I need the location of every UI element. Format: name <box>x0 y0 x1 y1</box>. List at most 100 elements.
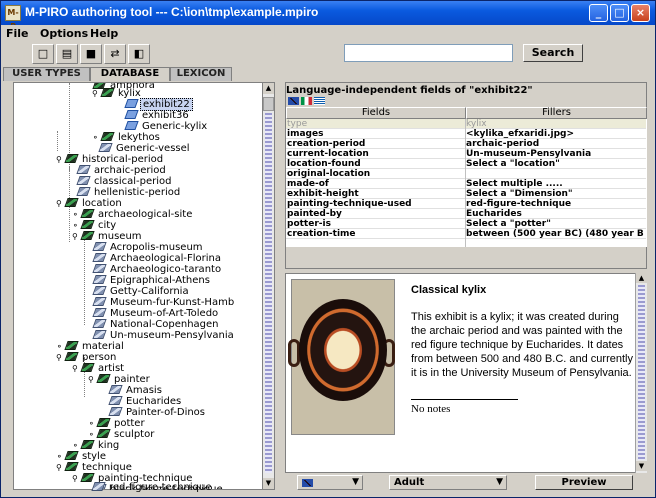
tree-node-city[interactable]: ⚬ city <box>72 220 118 231</box>
app-logo-icon: M-P <box>5 5 21 31</box>
instance-icon <box>98 143 113 152</box>
menu-bar: File Options Help <box>1 25 655 43</box>
class-icon <box>100 132 115 141</box>
tree-scrollbar[interactable]: ▲ ▼ <box>262 82 275 490</box>
new-file-icon[interactable]: □ <box>32 44 54 64</box>
title-bar[interactable]: M-P M-PIRO authoring tool --- C:\ion\tmp… <box>1 1 655 31</box>
tree-node-hellenistic-period[interactable]: hellenistic-period <box>76 187 182 198</box>
class-icon <box>80 209 95 218</box>
table-row[interactable]: location-found Select a "location" <box>286 159 646 169</box>
class-icon <box>64 451 79 460</box>
column-header-fields[interactable]: Fields <box>286 107 466 119</box>
database-tree[interactable]: amphora ⚲ kylix exhibit22 exhibit36 Gener… <box>13 82 275 490</box>
tree-node-location[interactable]: ⚲ location <box>56 198 124 209</box>
table-row[interactable]: painting-technique-used red-figure-techni… <box>286 199 646 209</box>
class-icon <box>80 473 95 482</box>
table-row[interactable]: exhibit-height Select a "Dimension" <box>286 189 646 199</box>
kylix-vase-image <box>299 299 387 401</box>
tree-node-painter-item[interactable]: Painter-of-Dinos <box>108 407 207 418</box>
tree-node-classical-period[interactable]: classical-period <box>76 176 173 187</box>
table-row[interactable]: potter-is Select a "potter" <box>286 219 646 229</box>
tree-node-museum-item[interactable]: Museum-of-Art-Toledo <box>92 308 220 319</box>
table-row[interactable]: painted-by Eucharides <box>286 209 646 219</box>
tree-node-museum-item[interactable]: Epigraphical-Athens <box>92 275 212 286</box>
user-type-select[interactable]: Adult ▼ <box>389 475 507 490</box>
preview-button[interactable]: Preview <box>535 475 633 490</box>
table-row[interactable]: creation-time between (500 year BC) (480 … <box>286 229 646 239</box>
tab-database[interactable]: DATABASE <box>90 67 170 81</box>
scroll-down-icon[interactable]: ▼ <box>636 461 647 471</box>
italy-flag-icon[interactable] <box>301 97 312 105</box>
maximize-button[interactable]: □ <box>610 4 629 22</box>
tree-node-generic-vessel[interactable]: Generic-vessel <box>98 143 192 154</box>
tree-node-museum[interactable]: ⚲ museum <box>72 231 144 242</box>
table-row[interactable]: images <kylika_efxaridi.jpg> <box>286 129 646 139</box>
tab-lexicon[interactable]: LEXICON <box>170 67 232 81</box>
save-disk-icon[interactable]: ■ <box>80 44 102 64</box>
class-icon <box>80 231 95 240</box>
tree-node-potter[interactable]: ⚬ potter <box>88 418 147 429</box>
chevron-down-icon: ▼ <box>352 477 359 487</box>
tree-node-historical-period[interactable]: ⚲ historical-period <box>56 154 165 165</box>
class-icon <box>64 154 79 163</box>
tree-node-style[interactable]: ⚬ style <box>56 451 108 462</box>
tree-node-lekythos[interactable]: ⚬ lekythos <box>92 132 162 143</box>
column-header-fillers[interactable]: Fillers <box>466 107 647 119</box>
table-row[interactable]: made-of Select multiple ..... <box>286 179 646 189</box>
tree-node-museum-item[interactable]: National-Copenhagen <box>92 319 221 330</box>
tree-node-museum-item[interactable]: Getty-California <box>92 286 191 297</box>
scroll-down-icon[interactable]: ▼ <box>263 478 274 489</box>
tree-node-kylix[interactable]: ⚲ kylix <box>92 88 143 99</box>
tree-node-red-figure[interactable]: red-figure-technique <box>91 482 214 493</box>
tree-node-exhibit36[interactable]: exhibit36 <box>124 110 191 121</box>
tree-node-museum-item[interactable]: Un-museum-Pensylvania <box>92 330 236 341</box>
tree-node-technique[interactable]: ⚲ technique <box>56 462 134 473</box>
tree-node-museum-item[interactable]: Acropolis-museum <box>92 242 205 253</box>
table-row[interactable]: creation-period archaic-period <box>286 139 646 149</box>
class-icon <box>80 363 95 372</box>
tree-node-museum-item[interactable]: Archaeological-Florina <box>92 253 223 264</box>
greece-flag-icon[interactable] <box>314 97 325 105</box>
export-icon[interactable]: ⇄ <box>104 44 126 64</box>
table-row[interactable]: current-location Un-museum-Pensylvania <box>286 149 646 159</box>
app-window: M-P M-PIRO authoring tool --- C:\ion\tmp… <box>0 0 656 498</box>
search-input[interactable] <box>344 44 513 62</box>
menu-options[interactable]: Options <box>40 27 88 40</box>
uk-flag-icon[interactable] <box>288 97 299 105</box>
tab-user-types[interactable]: USER TYPES <box>3 67 90 81</box>
tree-node-painter-item[interactable]: Eucharides <box>108 396 183 407</box>
tree-node-museum-item[interactable]: Museum-fur-Kunst-Hamb <box>92 297 236 308</box>
tree-node-exhibit22[interactable]: exhibit22 <box>124 98 193 111</box>
scroll-up-icon[interactable]: ▲ <box>263 83 274 94</box>
column-divider[interactable] <box>465 119 466 247</box>
scroll-thumb[interactable] <box>263 97 274 111</box>
tree-node-artist[interactable]: ⚲ artist <box>72 363 126 374</box>
tree-node-material[interactable]: ⚬ material <box>56 341 126 352</box>
class-icon <box>64 462 79 471</box>
tree-node-archaic-period[interactable]: archaic-period <box>76 165 168 176</box>
tree-node-archaeological-site[interactable]: ⚬ archaeological-site <box>72 209 194 220</box>
tree-node-person[interactable]: ⚲ person <box>56 352 118 363</box>
language-select[interactable]: ▼ <box>297 475 363 490</box>
search-button[interactable]: Search <box>523 44 583 62</box>
window-title: M-PIRO authoring tool --- C:\ion\tmp\exa… <box>25 5 319 19</box>
scroll-track[interactable] <box>265 113 272 473</box>
tree-node-painter-item[interactable]: Amasis <box>108 385 164 396</box>
open-folder-icon[interactable]: ▤ <box>56 44 78 64</box>
tree-node-generic-kylix[interactable]: Generic-kylix <box>124 121 209 132</box>
exit-door-icon[interactable]: ◧ <box>128 44 150 64</box>
preview-scrollbar[interactable]: ▲ ▼ <box>635 273 647 473</box>
tree-node-museum-item[interactable]: Archaeologico-taranto <box>92 264 223 275</box>
tree-node-painter[interactable]: ⚲ painter <box>88 374 152 385</box>
minimize-button[interactable]: _ <box>589 4 608 22</box>
scroll-up-icon[interactable]: ▲ <box>636 273 647 283</box>
close-button[interactable]: × <box>631 4 650 22</box>
menu-help[interactable]: Help <box>90 27 118 40</box>
instance-icon <box>108 396 123 405</box>
menu-file[interactable]: File <box>6 27 29 40</box>
tree-node-king[interactable]: ⚬ king <box>72 440 121 451</box>
tree-node-sculptor[interactable]: ⚬ sculptor <box>88 429 156 440</box>
table-row[interactable]: original-location <box>286 169 646 179</box>
table-row[interactable]: type kylix <box>286 119 646 129</box>
scroll-track[interactable] <box>638 285 645 460</box>
